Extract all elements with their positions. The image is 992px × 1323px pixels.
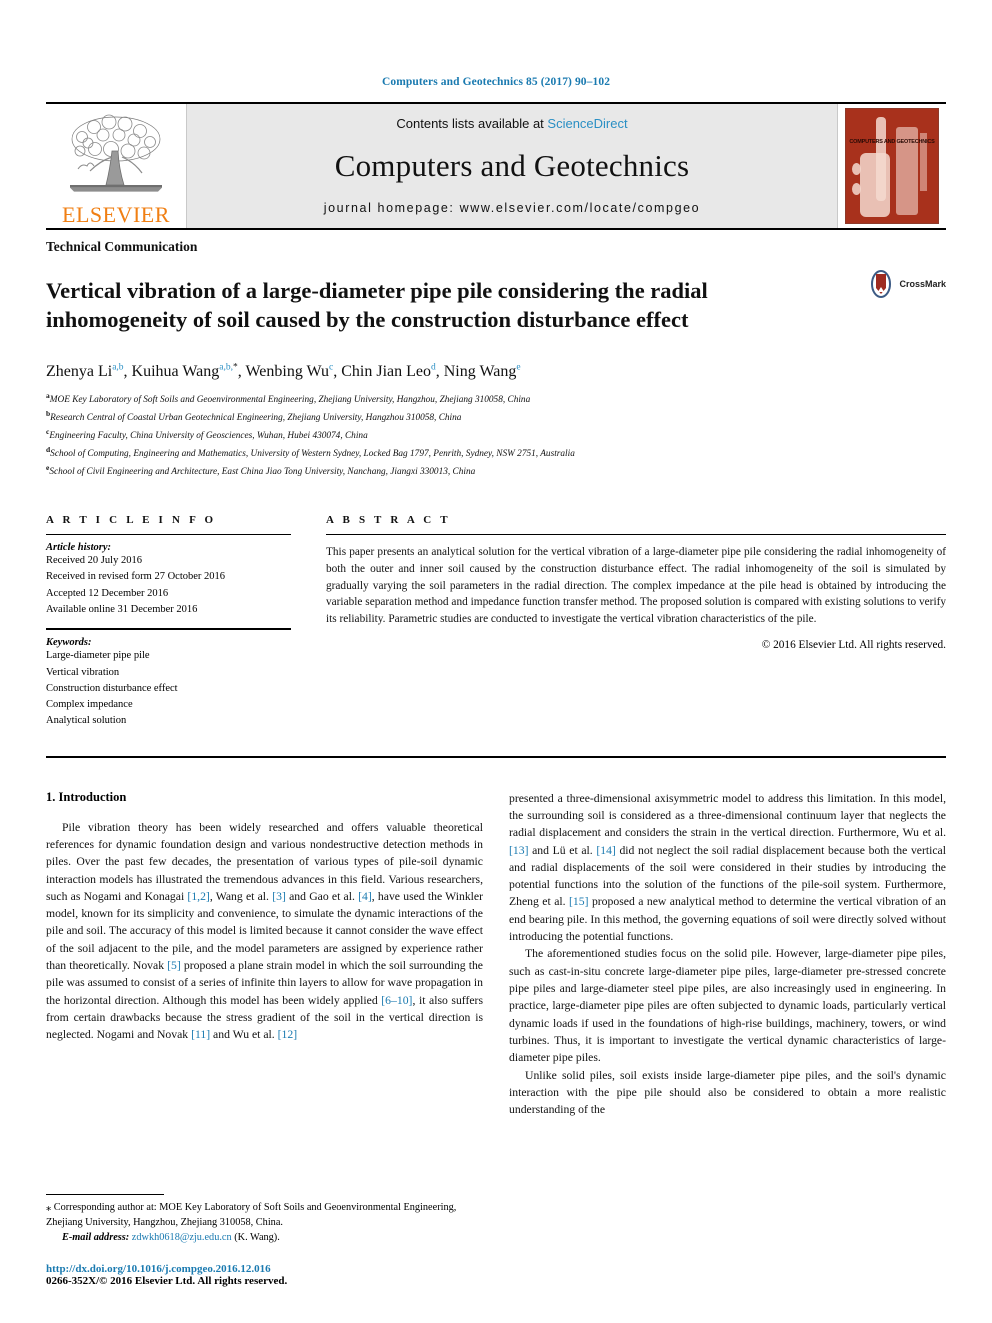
corresponding-author-note: ⁎ Corresponding author at: MOE Key Labor…: [46, 1202, 457, 1229]
journal-masthead: ELSEVIER Contents lists available at Sci…: [46, 102, 946, 228]
email-note: E-mail address: zdwkh0618@zju.edu.cn (K.…: [46, 1231, 471, 1246]
abstract-column: A B S T R A C T This paper presents an a…: [326, 514, 946, 729]
elsevier-logo: ELSEVIER: [46, 104, 186, 228]
issn-copyright: 0266-352X/© 2016 Elsevier Ltd. All right…: [46, 1275, 288, 1287]
affiliation-b: bResearch Central of Coastal Urban Geote…: [46, 409, 462, 424]
crossmark-icon: [871, 270, 892, 298]
keyword-3: Complex impedance: [46, 699, 133, 711]
author-0: Zhenya Lia,b,: [46, 362, 132, 381]
article-history-label: Article history:: [46, 542, 112, 554]
doi-link[interactable]: http://dx.doi.org/10.1016/j.compgeo.2016…: [46, 1263, 471, 1275]
contents-prefix: Contents lists available at: [396, 116, 548, 131]
keyword-2: Construction disturbance effect: [46, 682, 178, 694]
running-head: Computers and Geotechnics 85 (2017) 90–1…: [381, 76, 611, 88]
abstract-text: This paper presents an analytical soluti…: [326, 546, 946, 626]
author-2: Wenbing Wuc,: [245, 362, 342, 381]
contents-available-line: Contents lists available at ScienceDirec…: [396, 116, 627, 131]
cover-image: COMPUTERS AND GEOTECHNICS: [845, 108, 939, 224]
crossmark-badge[interactable]: CrossMark: [867, 262, 946, 298]
body-columns: 1. Introduction Pile vibration theory ha…: [46, 790, 946, 1119]
history-revised: Received in revised form 27 October 2016: [46, 571, 226, 583]
title-row: Vertical vibration of a large-diameter p…: [46, 262, 946, 350]
abstract-rule: [326, 534, 946, 536]
keyword-4: Analytical solution: [46, 715, 127, 727]
sciencedirect-link[interactable]: ScienceDirect: [547, 116, 627, 131]
history-accepted: Accepted 12 December 2016: [46, 587, 169, 599]
abstract-heading: A B S T R A C T: [326, 514, 451, 527]
affiliation-e: eSchool of Civil Engineering and Archite…: [46, 463, 476, 478]
journal-title: Computers and Geotechnics: [334, 148, 690, 183]
elsevier-wordmark: ELSEVIER: [62, 202, 170, 227]
masthead-bottom-rule: [46, 228, 946, 230]
footnote-block: ⁎ Corresponding author at: MOE Key Labor…: [46, 1194, 471, 1287]
email-owner: (K. Wang).: [234, 1232, 280, 1244]
journal-cover-thumbnail: COMPUTERS AND GEOTECHNICS: [838, 104, 946, 228]
journal-homepage-link[interactable]: journal homepage: www.elsevier.com/locat…: [324, 201, 700, 215]
keyword-0: Large-diameter pipe pile: [46, 650, 150, 662]
affiliation-c: cEngineering Faculty, China University o…: [46, 427, 368, 442]
article-kind: Technical Communication: [46, 239, 198, 254]
cover-title-text: COMPUTERS AND GEOTECHNICS: [849, 139, 935, 145]
masthead-center: Contents lists available at ScienceDirec…: [186, 104, 838, 228]
affiliation-d: dSchool of Computing, Engineering and Ma…: [46, 445, 575, 460]
author-list: Zhenya Lia,b, Kuihua Wanga,b,*, Wenbing …: [46, 363, 946, 381]
section-heading-introduction: 1. Introduction: [46, 789, 127, 804]
paragraph-left-0: Pile vibration theory has been widely re…: [46, 820, 483, 1042]
info-rule-mid: [46, 628, 291, 631]
author-3: Chin Jian Leod,: [341, 362, 444, 381]
info-rule-top: [46, 534, 291, 536]
email-link[interactable]: zdwkh0618@zju.edu.cn: [132, 1232, 232, 1243]
body-right-column: presented a three-dimensional axisymmetr…: [509, 790, 946, 1119]
paper-page: Computers and Geotechnics 85 (2017) 90–1…: [0, 0, 992, 1323]
article-info-column: A R T I C L E I N F O Article history: R…: [46, 514, 326, 729]
author-1: Kuihua Wanga,b,*,: [131, 362, 246, 381]
abstract-bottom-rule: [46, 755, 946, 758]
history-online: Available online 31 December 2016: [46, 604, 198, 615]
author-4: Ning Wange: [443, 362, 521, 381]
paragraph-right-0: presented a three-dimensional axisymmetr…: [509, 791, 947, 944]
email-label: E-mail address:: [62, 1232, 130, 1244]
crossmark-label: CrossMark: [899, 279, 946, 289]
doi-block: http://dx.doi.org/10.1016/j.compgeo.2016…: [46, 1263, 471, 1287]
paragraph-right-1: The aforementioned studies focus on the …: [509, 947, 946, 1065]
affiliation-list: aMOE Key Laboratory of Soft Soils and Ge…: [46, 390, 946, 480]
abstract-copyright: © 2016 Elsevier Ltd. All rights reserved…: [761, 638, 946, 651]
history-received: Received 20 July 2016: [46, 555, 142, 567]
paragraph-right-2: Unlike solid piles, soil exists inside l…: [509, 1068, 946, 1117]
affiliation-a: aMOE Key Laboratory of Soft Soils and Ge…: [46, 391, 531, 406]
info-abstract-block: A R T I C L E I N F O Article history: R…: [46, 514, 946, 729]
keywords-label: Keywords:: [46, 637, 92, 649]
page-title: Vertical vibration of a large-diameter p…: [46, 278, 708, 332]
footnote-rule: [46, 1194, 164, 1196]
body-left-column: 1. Introduction Pile vibration theory ha…: [46, 790, 483, 1119]
keyword-1: Vertical vibration: [46, 666, 120, 678]
elsevier-tree-icon: [62, 111, 170, 203]
article-info-heading: A R T I C L E I N F O: [46, 514, 217, 527]
